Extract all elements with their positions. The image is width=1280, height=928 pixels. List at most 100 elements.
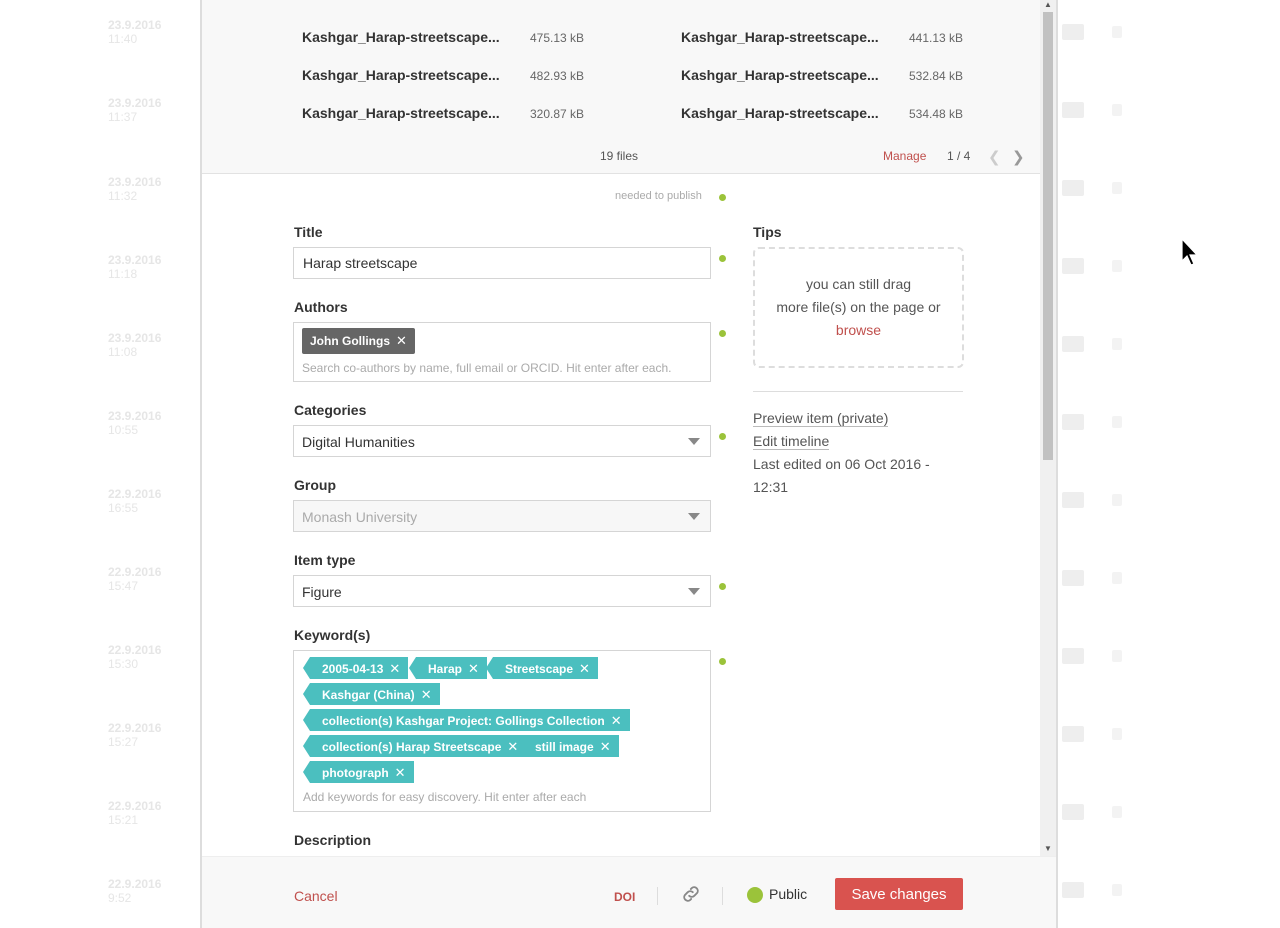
divider xyxy=(657,887,658,905)
keyword-tag: still image ✕ xyxy=(516,735,619,757)
info-icon xyxy=(1112,338,1122,350)
manage-files-link[interactable]: Manage xyxy=(883,149,926,163)
info-icon xyxy=(1112,572,1122,584)
dropzone-text: more file(s) on the page or xyxy=(776,299,941,315)
keyword-label: collection(s) Kashgar Project: Gollings … xyxy=(322,714,605,728)
remove-keyword-icon[interactable]: ✕ xyxy=(395,765,406,780)
save-changes-button[interactable]: Save changes xyxy=(835,878,963,910)
link-icon[interactable] xyxy=(680,883,702,905)
scroll-down-arrow-icon[interactable]: ▼ xyxy=(1040,844,1056,853)
categories-select[interactable]: Digital Humanities xyxy=(293,425,711,457)
categories-value: Digital Humanities xyxy=(302,434,415,450)
item-type-label: Item type xyxy=(294,552,356,568)
keyword-tag: collection(s) Kashgar Project: Gollings … xyxy=(303,709,630,731)
remove-keyword-icon[interactable]: ✕ xyxy=(389,661,400,676)
scrollbar-thumb[interactable] xyxy=(1043,12,1053,460)
chevron-left-icon[interactable]: ❮ xyxy=(988,148,1001,166)
keyword-label: Kashgar (China) xyxy=(322,688,415,702)
item-type-value: Figure xyxy=(302,584,342,600)
public-status-icon[interactable] xyxy=(747,887,763,903)
file-size: 482.93 kB xyxy=(530,69,585,83)
remove-keyword-icon[interactable]: ✕ xyxy=(600,739,611,754)
file-size: 320.87 kB xyxy=(530,107,585,121)
comment-icon xyxy=(1062,570,1084,586)
file-size: 534.48 kB xyxy=(909,107,964,121)
file-item[interactable]: Kashgar_Harap-streetscape... 320.87 kB xyxy=(302,105,584,121)
file-size: 441.13 kB xyxy=(909,31,964,45)
caret-down-icon xyxy=(688,513,700,520)
info-icon xyxy=(1112,650,1122,662)
doi-button[interactable]: DOI xyxy=(614,890,635,904)
remove-keyword-icon[interactable]: ✕ xyxy=(579,661,590,676)
comment-icon xyxy=(1062,180,1084,196)
remove-author-icon[interactable]: ✕ xyxy=(396,333,407,348)
bg-date-entry: 22.9.2016 15:27 xyxy=(108,721,162,749)
preview-item-link[interactable]: Preview item (private) xyxy=(753,410,889,427)
group-select: Monash University xyxy=(293,500,711,532)
file-size: 532.84 kB xyxy=(909,69,964,83)
dropzone-text: you can still drag xyxy=(805,276,912,292)
comment-icon xyxy=(1062,258,1084,274)
categories-label: Categories xyxy=(294,402,367,418)
scrollbar[interactable]: ▲ ▼ xyxy=(1040,0,1056,856)
info-icon xyxy=(1112,104,1122,116)
browse-link[interactable]: browse xyxy=(755,319,962,342)
file-name: Kashgar_Harap-streetscape... xyxy=(681,29,879,45)
description-label: Description xyxy=(294,832,372,848)
comment-icon xyxy=(1062,804,1084,820)
comment-icon xyxy=(1062,24,1084,40)
file-item[interactable]: Kashgar_Harap-streetscape... 534.48 kB xyxy=(681,105,963,121)
cancel-button[interactable]: Cancel xyxy=(294,888,338,904)
file-item[interactable]: Kashgar_Harap-streetscape... 441.13 kB xyxy=(681,29,963,45)
keyword-tag: Kashgar (China) ✕ xyxy=(303,683,440,705)
bg-date-entry: 23.9.2016 11:32 xyxy=(108,175,162,203)
file-item[interactable]: Kashgar_Harap-streetscape... 475.13 kB xyxy=(302,29,584,45)
modal-footer: Cancel DOI Public Save changes xyxy=(202,856,1056,928)
authors-search-input[interactable]: Search co-authors by name, full email or… xyxy=(302,361,702,375)
required-indicator-dot xyxy=(719,583,726,590)
info-icon xyxy=(1112,182,1122,194)
required-indicator-dot xyxy=(719,433,726,440)
file-name: Kashgar_Harap-streetscape... xyxy=(681,67,879,83)
bg-date-entry: 22.9.2016 16:55 xyxy=(108,487,162,515)
keyword-tag: collection(s) Harap Streetscape ✕ xyxy=(302,735,527,757)
group-label: Group xyxy=(294,477,336,493)
title-input[interactable]: Harap streetscape xyxy=(293,247,711,279)
file-dropzone[interactable]: you can still drag more file(s) on the p… xyxy=(753,247,964,368)
required-indicator-dot xyxy=(719,658,726,665)
authors-field[interactable]: John Gollings ✕ Search co-authors by name… xyxy=(293,322,711,382)
bg-date-entry: 23.9.2016 11:37 xyxy=(108,96,162,124)
file-item[interactable]: Kashgar_Harap-streetscape... 532.84 kB xyxy=(681,67,963,83)
info-icon xyxy=(1112,884,1122,896)
comment-icon xyxy=(1062,882,1084,898)
item-type-select[interactable]: Figure xyxy=(293,575,711,607)
keywords-field[interactable]: 2005-04-13 ✕ Harap ✕ Streetscape ✕ Kashgar … xyxy=(293,650,711,812)
authors-label: Authors xyxy=(294,299,348,315)
remove-keyword-icon[interactable]: ✕ xyxy=(468,661,479,676)
remove-keyword-icon[interactable]: ✕ xyxy=(611,713,622,728)
required-indicator-dot xyxy=(719,255,726,262)
files-list: Kashgar_Harap-streetscape... 475.13 kB Ka… xyxy=(202,0,1040,174)
scroll-up-arrow-icon[interactable]: ▲ xyxy=(1040,0,1056,9)
keyword-tag: 2005-04-13 ✕ xyxy=(302,657,409,679)
keyword-label: still image xyxy=(535,740,594,754)
keyword-tag: Harap ✕ xyxy=(409,657,487,679)
keywords-input[interactable]: Add keywords for easy discovery. Hit ent… xyxy=(303,790,586,804)
bg-date-entry: 23.9.2016 10:55 xyxy=(108,409,162,437)
edit-timeline-link[interactable]: Edit timeline xyxy=(753,433,830,450)
comment-icon xyxy=(1062,648,1084,664)
files-page-indicator: 1 / 4 xyxy=(947,149,971,163)
file-item[interactable]: Kashgar_Harap-streetscape... 482.93 kB xyxy=(302,67,584,83)
keyword-tag: Streetscape ✕ xyxy=(486,657,598,679)
remove-keyword-icon[interactable]: ✕ xyxy=(421,687,432,702)
edit-item-modal: Kashgar_Harap-streetscape... 475.13 kB Ka… xyxy=(200,0,1058,928)
title-label: Title xyxy=(294,224,323,240)
caret-down-icon xyxy=(688,438,700,445)
comment-icon xyxy=(1062,492,1084,508)
comment-icon xyxy=(1062,726,1084,742)
comment-icon xyxy=(1062,414,1084,430)
public-toggle-label[interactable]: Public xyxy=(769,886,807,902)
file-name: Kashgar_Harap-streetscape... xyxy=(302,67,500,83)
chevron-right-icon[interactable]: ❯ xyxy=(1012,148,1025,166)
author-tag-label: John Gollings xyxy=(310,334,390,348)
